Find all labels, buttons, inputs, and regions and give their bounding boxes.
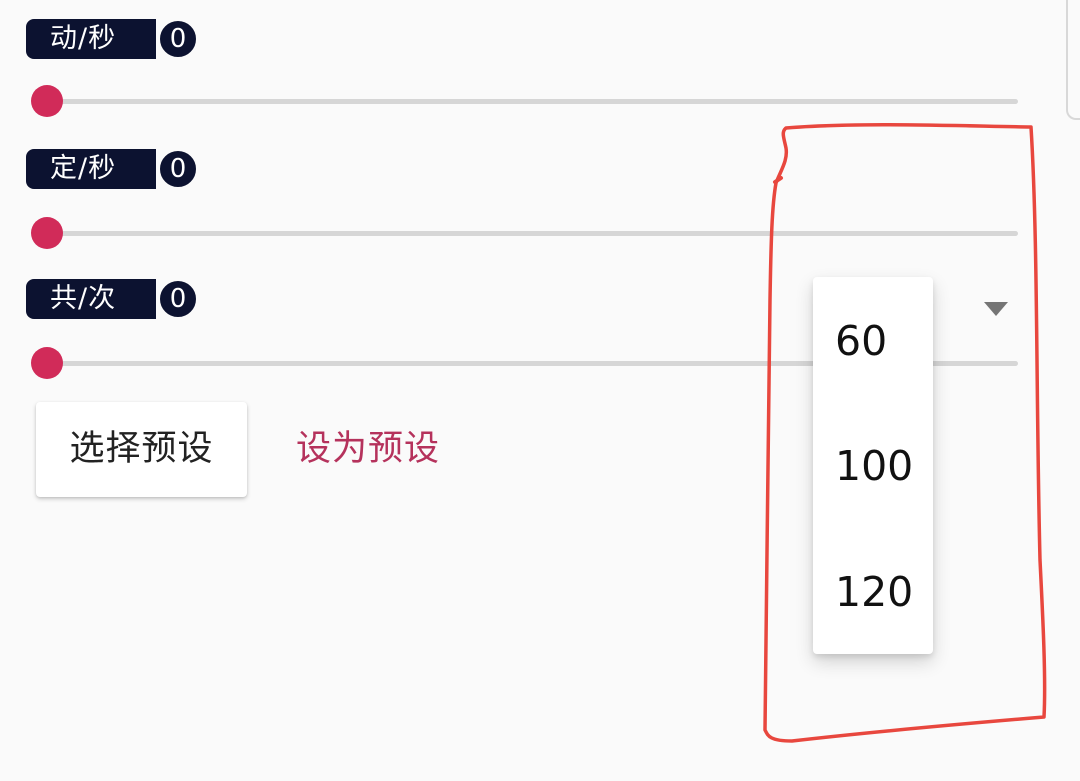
slider-1-header: 动/秒 0 xyxy=(26,18,198,60)
slider-2-thumb[interactable] xyxy=(31,217,63,249)
screen: 动/秒 0 定/秒 0 共/次 0 选择预设 设为预设 60 100 120 xyxy=(0,0,1080,781)
slider-2-track[interactable] xyxy=(48,231,1018,236)
slider-2-label: 定/秒 xyxy=(26,149,156,189)
dropdown-menu: 60 100 120 xyxy=(813,277,933,654)
dropdown-option-3[interactable]: 120 xyxy=(835,562,913,622)
scrollbar-edge xyxy=(1066,0,1080,120)
slider-2-count-badge: 0 xyxy=(158,149,198,189)
slider-3-count-badge: 0 xyxy=(158,279,198,319)
dropdown-option-1[interactable]: 60 xyxy=(835,311,887,371)
slider-1-count-badge: 0 xyxy=(158,19,198,59)
slider-2-header: 定/秒 0 xyxy=(26,148,198,190)
slider-1-thumb[interactable] xyxy=(31,85,63,117)
set-as-preset-button[interactable]: 设为预设 xyxy=(296,402,440,497)
slider-2[interactable] xyxy=(30,216,1018,250)
slider-3-label: 共/次 xyxy=(26,279,156,319)
dropdown-option-2[interactable]: 100 xyxy=(835,436,913,496)
slider-3-header: 共/次 0 xyxy=(26,278,198,320)
chevron-down-icon[interactable] xyxy=(984,302,1008,316)
slider-3-thumb[interactable] xyxy=(31,347,63,379)
slider-1[interactable] xyxy=(30,84,1018,118)
slider-1-track[interactable] xyxy=(48,99,1018,104)
select-preset-button[interactable]: 选择预设 xyxy=(36,402,247,497)
slider-1-label: 动/秒 xyxy=(26,19,156,59)
